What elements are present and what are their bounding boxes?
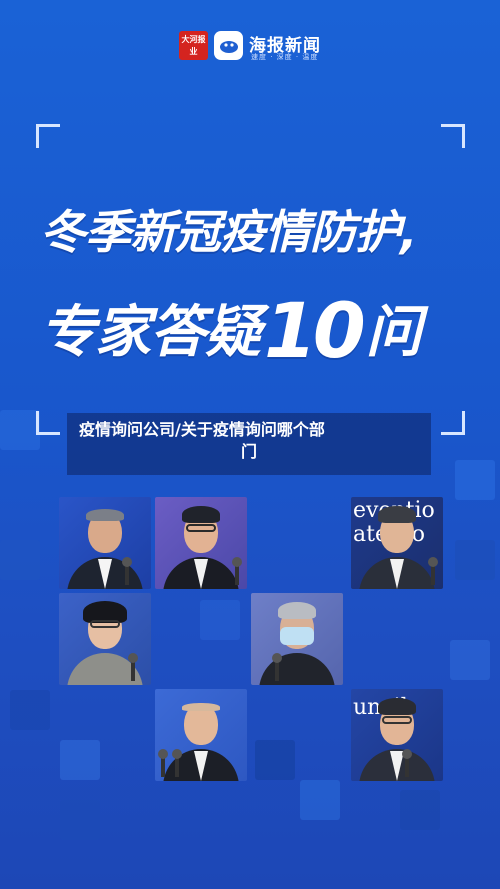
decor-tile: [300, 780, 340, 820]
decor-tile: [255, 740, 295, 780]
headline-line-2: 专家答疑10问: [40, 286, 470, 375]
decor-tile: [455, 540, 495, 580]
expert-photo-1: [59, 497, 151, 589]
headline-suffix: 问: [365, 300, 422, 365]
frame-corner: [441, 124, 465, 148]
headline-line-1: 冬季新冠疫情防护,: [40, 205, 417, 259]
headline-number: 10: [264, 286, 366, 375]
decor-tile: [60, 740, 100, 780]
expert-photo-3: eventioate Co: [351, 497, 443, 589]
decor-tile: [10, 690, 50, 730]
poster-image: 大河报业 海报新闻 速度 · 深度 · 温度 冬季新冠疫情防护, 专家答疑10问…: [0, 0, 500, 889]
article-title-overlay[interactable]: 疫情询问公司/关于疫情询问哪个部 门: [67, 413, 431, 475]
brand-tagline: 速度 · 深度 · 温度: [251, 53, 319, 61]
decor-tile: [0, 410, 40, 450]
frame-corner: [36, 124, 60, 148]
decor-tile: [455, 460, 495, 500]
decor-tile: [450, 640, 490, 680]
haibao-logo-icon: [214, 31, 243, 60]
headline-prefix: 专家答疑: [40, 300, 261, 365]
expert-photo-2: [155, 497, 247, 589]
dahe-logo: 大河报业: [179, 31, 208, 60]
article-title-line-1: 疫情询问公司/关于疫情询问哪个部: [79, 420, 325, 439]
frame-corner: [441, 411, 465, 435]
expert-photo-7: uncil: [351, 689, 443, 781]
decor-tile: [200, 600, 240, 640]
decor-tile: [60, 800, 100, 840]
expert-photo-5: [251, 593, 343, 685]
frame-corner: [36, 411, 60, 435]
article-title-line-2: 门: [240, 442, 257, 461]
expert-photo-6: [155, 689, 247, 781]
expert-photo-4: [59, 593, 151, 685]
decor-tile: [400, 790, 440, 830]
decor-tile: [0, 540, 40, 580]
dahe-logo-text: 大河报业: [181, 35, 206, 56]
